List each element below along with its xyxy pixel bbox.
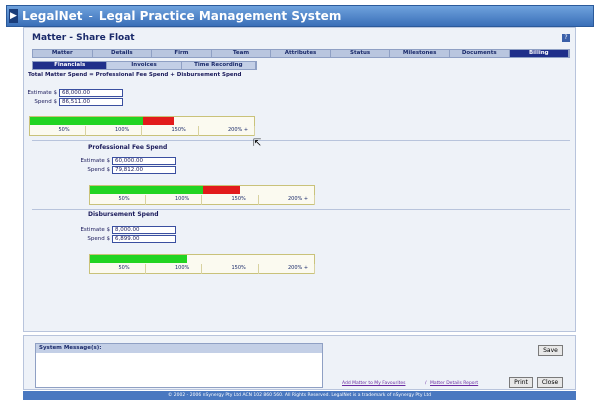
tab-documents[interactable]: Documents <box>450 50 510 57</box>
professional-estimate-label: Estimate $ <box>80 158 110 164</box>
scale-tick-label: 100% <box>175 196 190 202</box>
divider <box>32 140 570 141</box>
total-spend-field[interactable] <box>59 98 123 106</box>
scale-divider <box>144 195 146 205</box>
copyright-footer: © 2002 - 2006 nSynergy Pty Ltd ACN 102 8… <box>23 391 576 400</box>
total-estimate-field[interactable] <box>59 89 123 97</box>
scale-tick-label: 150% <box>171 127 186 133</box>
main-panel: Matter - Share Float ? Matter Details Fi… <box>23 27 576 332</box>
subtab-invoices[interactable]: Invoices <box>107 62 182 69</box>
print-button[interactable]: Print <box>509 377 533 388</box>
app-logo-icon: ▶ <box>9 9 18 23</box>
scale-tick-label: 200% + <box>228 127 249 133</box>
scale-divider <box>84 126 86 136</box>
disbursement-estimate-label: Estimate $ <box>80 227 110 233</box>
tab-attributes[interactable]: Attributes <box>271 50 331 57</box>
scale-divider <box>257 195 259 205</box>
scale-tick-label: 200% + <box>288 196 309 202</box>
page-title: Matter - Share Float <box>32 33 135 43</box>
scale-tick-label: 50% <box>118 265 130 271</box>
scale-divider <box>197 126 199 136</box>
scale-tick-label: 100% <box>175 265 190 271</box>
scale-tick-label: 50% <box>58 127 70 133</box>
tab-details[interactable]: Details <box>93 50 153 57</box>
scale-tick-label: 100% <box>115 127 130 133</box>
close-button[interactable]: Close <box>537 377 563 388</box>
professional-estimate-field[interactable] <box>112 157 176 165</box>
scale-tick-label: 150% <box>231 196 246 202</box>
scale-divider <box>254 126 255 136</box>
scale-divider <box>314 264 315 274</box>
disbursement-spend-field[interactable] <box>112 235 176 243</box>
help-icon[interactable]: ? <box>562 34 570 42</box>
professional-fee-heading: Professional Fee Spend <box>88 144 168 151</box>
tab-status[interactable]: Status <box>331 50 391 57</box>
scale-divider <box>144 264 146 274</box>
progress-fill-under <box>90 255 188 263</box>
professional-spend-bar: 50% 100% 150% 200% + <box>89 185 315 205</box>
mouse-pointer-icon: ⇱ <box>253 138 262 149</box>
billing-subtabs: Financials Invoices Time Recording <box>32 61 257 70</box>
system-message-label: System Message(s): <box>36 344 322 353</box>
add-favourites-link[interactable]: Add Matter to My Favourites <box>342 381 405 386</box>
title-separator: - <box>88 9 93 23</box>
total-spend-label: Spend $ <box>34 99 57 105</box>
professional-spend-label: Spend $ <box>87 167 110 173</box>
link-separator: / <box>425 381 427 386</box>
subtab-financials[interactable]: Financials <box>33 62 108 69</box>
divider <box>32 209 570 210</box>
tab-firm[interactable]: Firm <box>152 50 212 57</box>
scale-divider <box>257 264 259 274</box>
disbursement-spend-label: Spend $ <box>87 236 110 242</box>
system-message-panel: System Message(s): <box>35 343 323 388</box>
total-estimate-label: Estimate $ <box>27 90 57 96</box>
disbursement-spend-bar: 50% 100% 150% 200% + <box>89 254 315 274</box>
total-spend-heading: Total Matter Spend = Professional Fee Sp… <box>28 72 242 78</box>
disbursement-estimate-field[interactable] <box>112 226 176 234</box>
disbursement-heading: Disbursement Spend <box>88 211 159 218</box>
tab-milestones[interactable]: Milestones <box>390 50 450 57</box>
matter-report-link[interactable]: Matter Details Report <box>430 381 478 386</box>
main-tabs: Matter Details Firm Team Attributes Stat… <box>32 49 570 58</box>
tab-billing[interactable]: Billing <box>509 50 570 57</box>
progress-fill-over <box>203 186 241 194</box>
scale-divider <box>201 264 202 274</box>
scale-divider <box>201 195 202 205</box>
progress-fill-under <box>90 186 203 194</box>
tab-team[interactable]: Team <box>212 50 272 57</box>
tab-matter[interactable]: Matter <box>33 50 93 57</box>
window-title: Legal Practice Management System <box>98 9 342 23</box>
progress-fill-over <box>143 117 174 125</box>
progress-fill-under <box>30 117 143 125</box>
scale-divider <box>314 195 315 205</box>
title-bar: ▶ LegalNet - Legal Practice Management S… <box>6 5 594 27</box>
total-spend-bar: 50% 100% 150% 200% + <box>29 116 255 136</box>
save-button[interactable]: Save <box>538 345 563 356</box>
scale-tick-label: 50% <box>118 196 130 202</box>
scale-tick-label: 150% <box>231 265 246 271</box>
app-name: LegalNet <box>22 9 83 23</box>
page-header: Matter - Share Float ? <box>32 32 570 44</box>
scale-tick-label: 200% + <box>288 265 309 271</box>
subtab-time-recording[interactable]: Time Recording <box>182 62 256 69</box>
professional-spend-field[interactable] <box>112 166 176 174</box>
scale-divider <box>141 126 142 136</box>
